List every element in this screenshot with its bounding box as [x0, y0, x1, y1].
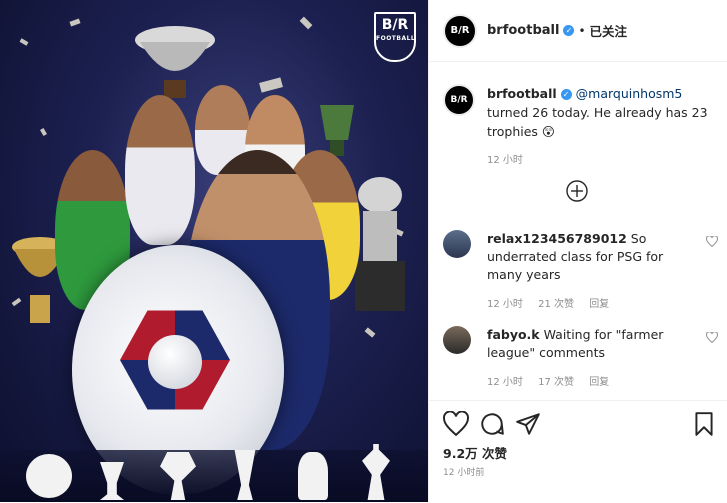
comment-bubble-icon[interactable]	[479, 411, 505, 437]
author-avatar[interactable]: B/R	[443, 13, 477, 48]
comment-like-heart-icon[interactable]	[706, 332, 718, 343]
reply-button[interactable]: 回复	[589, 377, 609, 388]
confetti	[364, 327, 376, 338]
caption-body: brfootball ✓ @marquinhosm5 turned 26 toda…	[487, 84, 718, 170]
comment-item: relax123456789012 So underrated class fo…	[443, 230, 718, 314]
trophy-silhouette	[26, 454, 72, 498]
post-actions: 9.2万 次赞 12 小时前	[429, 400, 727, 503]
confetti	[259, 77, 283, 93]
confetti	[19, 38, 29, 46]
trophy-silhouette	[234, 450, 256, 500]
caption-username[interactable]: brfootball	[487, 86, 557, 101]
comment-time: 12 小时	[487, 299, 523, 310]
commenter-avatar[interactable]	[443, 230, 471, 258]
trophy-silhouette	[362, 444, 390, 500]
comment-like-heart-icon[interactable]	[706, 236, 718, 247]
share-send-icon[interactable]	[515, 411, 541, 437]
following-button[interactable]: 已关注	[590, 21, 628, 40]
br-football-logo: B/R FOOTBALL	[374, 12, 416, 62]
trophy-ball	[148, 335, 202, 389]
confetti	[69, 18, 81, 27]
commenter-avatar[interactable]	[443, 326, 471, 354]
confetti	[299, 16, 313, 30]
comment-meta: 12 小时 21 次赞 回复	[487, 296, 677, 314]
like-heart-icon[interactable]	[443, 411, 469, 437]
comment-likes[interactable]: 17 次赞	[538, 377, 574, 388]
player-figure	[125, 95, 195, 245]
comment-body: fabyo.k Waiting for "farmer league" comm…	[487, 326, 677, 392]
caption-timestamp: 12 小时	[487, 155, 523, 166]
post-header: B/R brfootball ✓ • 已关注	[429, 0, 727, 62]
load-more-comments-icon[interactable]	[566, 180, 588, 202]
comment-meta: 12 小时 17 次赞 回复	[487, 374, 677, 392]
commenter-username[interactable]: relax123456789012	[487, 231, 627, 246]
separator-dot: •	[578, 23, 586, 38]
mention-link[interactable]: @marquinhosm5	[576, 86, 683, 101]
post-timestamp: 12 小时前	[443, 468, 485, 478]
comment-time: 12 小时	[487, 377, 523, 388]
verified-badge-icon: ✓	[560, 89, 572, 100]
bookmark-icon[interactable]	[691, 411, 717, 437]
trophy-silhouette	[100, 462, 124, 500]
confetti	[40, 127, 47, 137]
verified-badge-icon: ✓	[563, 25, 575, 36]
trophy-strip	[0, 444, 428, 502]
post-sidebar: B/R brfootball ✓ • 已关注 B/R brfootball ✓ @…	[428, 0, 727, 502]
instagram-post: B/R FOOTBALL B/R brfootball ✓ • 已关注 B/R …	[0, 0, 727, 502]
like-count[interactable]: 9.2万 次赞	[443, 443, 507, 462]
caption-text: turned 26 today. He already has 23 troph…	[487, 105, 708, 139]
trophy-graphic	[135, 26, 215, 98]
caption-avatar[interactable]: B/R	[443, 84, 475, 116]
trophy-silhouette	[298, 452, 328, 500]
comment-body: relax123456789012 So underrated class fo…	[487, 230, 677, 314]
author-username[interactable]: brfootball	[487, 23, 559, 38]
commenter-username[interactable]: fabyo.k	[487, 327, 540, 342]
post-caption: B/R brfootball ✓ @marquinhosm5 turned 26 …	[443, 84, 718, 170]
comment-likes[interactable]: 21 次赞	[538, 299, 574, 310]
trophy-silhouette	[160, 452, 196, 500]
comment-item: fabyo.k Waiting for "farmer league" comm…	[443, 326, 718, 392]
reply-button[interactable]: 回复	[589, 299, 609, 310]
post-image[interactable]: B/R FOOTBALL	[0, 0, 428, 502]
